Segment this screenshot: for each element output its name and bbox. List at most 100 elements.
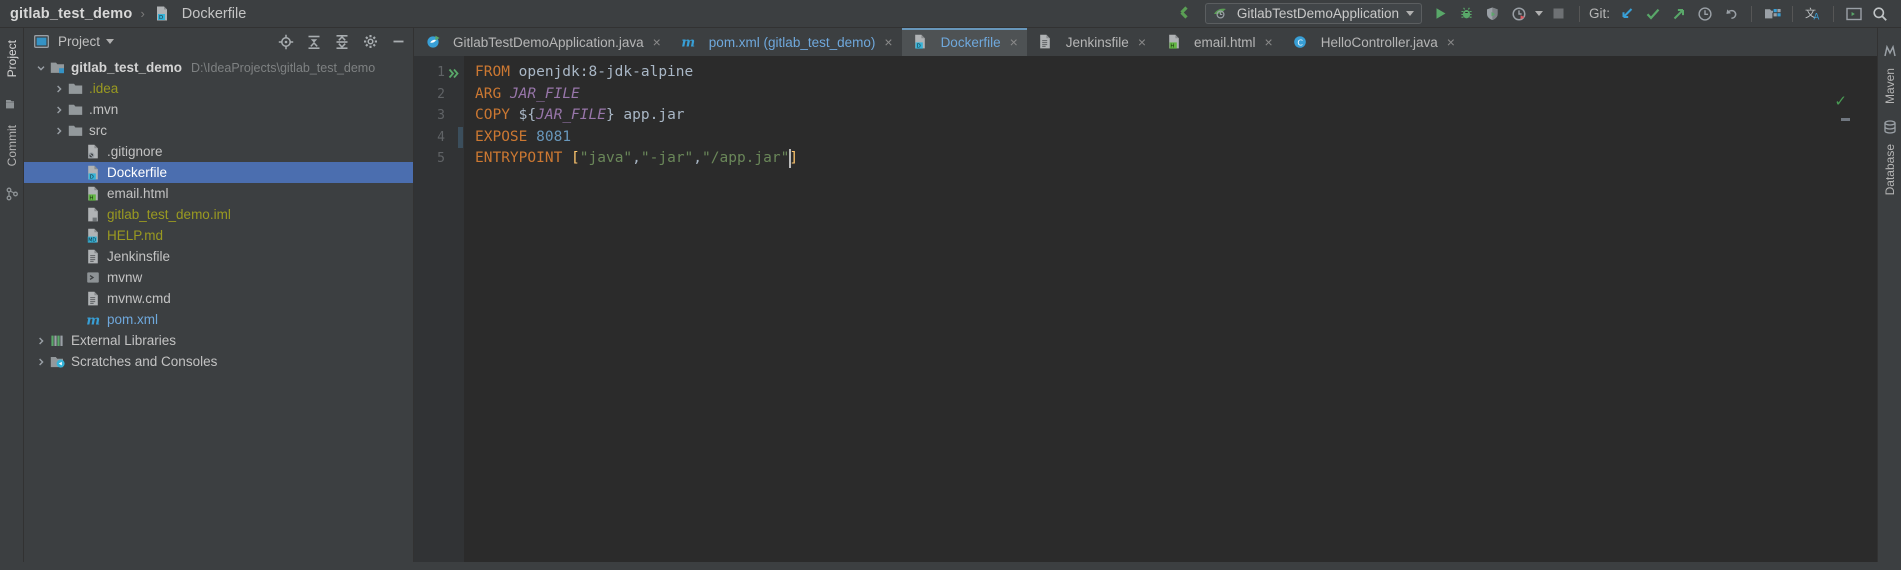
terminal-icon[interactable]	[1841, 1, 1867, 27]
shell-script-icon	[84, 269, 102, 287]
code-token: "-jar"	[640, 150, 694, 166]
svg-text:A: A	[1813, 12, 1819, 22]
tree-row[interactable]: Scratches and Consoles	[24, 351, 413, 372]
line-number: 4	[437, 129, 445, 145]
code-line: FROM openjdk:8-jdk-alpine	[464, 62, 1877, 84]
sidebar-item-commit[interactable]: Commit	[2, 119, 22, 172]
sidebar-item-database[interactable]: Database	[1880, 138, 1900, 201]
tree-row[interactable]: .mvn	[24, 99, 413, 120]
chevron-right-icon[interactable]	[34, 330, 48, 351]
git-rollback-icon[interactable]	[1718, 1, 1744, 27]
breadcrumb-file[interactable]: Dockerfile	[182, 6, 246, 22]
maven-icon[interactable]	[1881, 42, 1899, 60]
chevron-right-icon[interactable]	[52, 78, 66, 99]
chevron-down-icon[interactable]	[1405, 11, 1414, 16]
close-icon[interactable]: ×	[653, 34, 661, 50]
git-update-icon[interactable]	[1614, 1, 1640, 27]
database-icon[interactable]	[1881, 118, 1899, 136]
breadcrumb-project[interactable]: gitlab_test_demo	[10, 6, 132, 22]
run-icon[interactable]	[1428, 1, 1454, 27]
code-content[interactable]: FROM openjdk:8-jdk-alpine ARG JAR_FILE COP…	[464, 56, 1877, 562]
tree-row-label: src	[89, 123, 107, 138]
editor-tab[interactable]: GitlabTestDemoApplication.java ×	[414, 28, 670, 56]
tree-row-label: .idea	[89, 81, 119, 96]
tree-row-label: mvnw.cmd	[107, 291, 171, 306]
svg-text:D: D	[159, 15, 163, 21]
git-commit-icon[interactable]	[1640, 1, 1666, 27]
inspection-status-ok-icon[interactable]: ✓	[1834, 92, 1847, 110]
chevron-down-icon[interactable]	[34, 57, 48, 78]
tree-row[interactable]: mvnw	[24, 267, 413, 288]
coverage-icon[interactable]	[1480, 1, 1506, 27]
tree-row[interactable]: .idea	[24, 78, 413, 99]
tree-row[interactable]: External Libraries	[24, 330, 413, 351]
translate-icon[interactable]: 文A	[1800, 1, 1826, 27]
project-tool-window: Project gitlab_test_demo D:\IdeaProjects…	[24, 28, 414, 562]
code-editor[interactable]: 12345 FROM openjdk:8-jdk-alpine ARG JAR_F…	[414, 56, 1877, 562]
close-icon[interactable]: ×	[884, 34, 892, 50]
sidebar-item-maven[interactable]: Maven	[1880, 62, 1900, 110]
editor-tab[interactable]: D Dockerfile ×	[901, 28, 1028, 56]
close-icon[interactable]: ×	[1138, 34, 1146, 50]
editor-tab[interactable]: m pom.xml (gitlab_test_demo) ×	[670, 28, 902, 56]
spring-boot-icon	[1212, 5, 1230, 23]
editor-tab[interactable]: Hemail.html ×	[1155, 28, 1282, 56]
svg-text:D: D	[89, 174, 93, 180]
editor-tab[interactable]: C HelloController.java ×	[1282, 28, 1464, 56]
collapse-all-icon[interactable]	[331, 31, 353, 53]
git-history-icon[interactable]	[1692, 1, 1718, 27]
search-icon[interactable]	[1867, 1, 1893, 27]
settings-gear-icon[interactable]	[359, 31, 381, 53]
close-icon[interactable]: ×	[1265, 34, 1273, 50]
git-push-icon[interactable]	[1666, 1, 1692, 27]
maven-file-icon: m	[84, 311, 102, 329]
chevron-right-icon[interactable]	[52, 99, 66, 120]
chevron-right-icon[interactable]	[52, 120, 66, 141]
project-tree[interactable]: gitlab_test_demo D:\IdeaProjects\gitlab_t…	[24, 55, 413, 562]
vcs-change-marker[interactable]	[458, 126, 463, 148]
code-line: COPY ${JAR_FILE} app.jar	[464, 105, 1877, 127]
tree-row[interactable]: Jenkinsfile	[24, 246, 413, 267]
tree-row[interactable]: Hemail.html	[24, 183, 413, 204]
code-token: app.jar	[614, 107, 685, 123]
tree-row[interactable]: MD HELP.md	[24, 225, 413, 246]
svg-text:D: D	[917, 43, 921, 49]
tree-row-label: gitlab_test_demo	[71, 60, 183, 75]
tree-row[interactable]: D Dockerfile	[24, 162, 413, 183]
profiler-icon[interactable]	[1506, 1, 1532, 27]
tree-row[interactable]: m pom.xml	[24, 309, 413, 330]
tree-row[interactable]: gitlab_test_demo D:\IdeaProjects\gitlab_t…	[24, 57, 413, 78]
stop-icon[interactable]	[1546, 1, 1572, 27]
svg-text:H: H	[89, 195, 93, 201]
git-branch-icon[interactable]	[3, 185, 21, 203]
tree-row[interactable]: src	[24, 120, 413, 141]
editor-tab[interactable]: Jenkinsfile ×	[1027, 28, 1155, 56]
status-bar	[0, 562, 1901, 570]
structure-icon[interactable]	[3, 95, 21, 113]
hide-panel-icon[interactable]	[387, 31, 409, 53]
project-structure-icon[interactable]	[1759, 1, 1785, 27]
tree-row[interactable]: mvnw.cmd	[24, 288, 413, 309]
run-configuration-selector[interactable]: GitlabTestDemoApplication	[1204, 3, 1422, 24]
profiler-dropdown-icon[interactable]	[1532, 1, 1546, 27]
chevron-right-icon[interactable]	[34, 351, 48, 372]
tree-row[interactable]: .gitignore	[24, 141, 413, 162]
tree-row[interactable]: gitlab_test_demo.iml	[24, 204, 413, 225]
code-token: 8081	[536, 128, 572, 145]
tree-row-label: Jenkinsfile	[107, 249, 171, 264]
sidebar-item-project[interactable]: Project	[2, 34, 22, 83]
expand-all-icon[interactable]	[303, 31, 325, 53]
chevron-down-icon[interactable]	[106, 39, 115, 44]
close-icon[interactable]: ×	[1010, 34, 1018, 50]
project-panel-header: Project	[24, 28, 413, 55]
close-icon[interactable]: ×	[1447, 34, 1455, 50]
code-line: ARG JAR_FILE	[464, 84, 1877, 106]
debug-icon[interactable]	[1454, 1, 1480, 27]
back-arrow-icon[interactable]	[1175, 1, 1201, 27]
locate-file-icon[interactable]	[275, 31, 297, 53]
